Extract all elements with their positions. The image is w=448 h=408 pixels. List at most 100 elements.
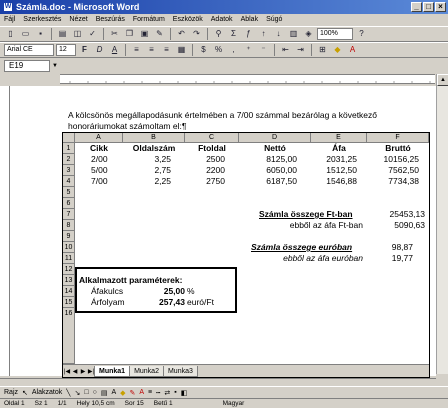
header-cell[interactable]: Áfa [311,143,367,154]
data-cell[interactable]: 3,25 [123,154,171,165]
italic-icon[interactable]: D [93,44,106,56]
thousands-icon[interactable]: , [227,44,240,56]
menu-insert[interactable]: Beszúrás [96,14,125,26]
menu-window[interactable]: Ablak [241,14,259,26]
decrease-indent-icon[interactable]: ⇤ [279,44,292,56]
header-cell[interactable]: Bruttó [367,143,429,154]
underline-icon[interactable]: A [108,44,121,56]
arrow-icon[interactable]: ↘ [74,389,80,397]
function-icon[interactable]: ƒ [242,28,255,40]
header-cell[interactable]: Nettó [239,143,311,154]
embedded-spreadsheet[interactable]: A B C D E F 1 2 3 4 5 6 7 8 9 10 11 12 1… [62,132,430,378]
paste-icon[interactable]: ▣ [138,28,151,40]
sum-ft-label[interactable]: Számla összege Ft-ban [259,209,367,220]
minimize-button[interactable]: _ [411,2,422,12]
scroll-up-icon[interactable]: ▲ [437,74,448,86]
align-right-icon[interactable]: ≡ [160,44,173,56]
dash-style-icon[interactable]: ┅ [156,389,160,397]
exchange-rate-label[interactable]: Árfolyam [91,297,141,308]
menu-help[interactable]: Súgó [266,14,282,26]
font-size-select[interactable]: 12 [56,44,76,56]
zoom-select[interactable]: 100% [317,28,353,40]
vat-rate-value[interactable]: 25,00 [141,286,185,297]
data-cell[interactable]: 7/00 [91,176,123,187]
shadow-icon[interactable]: ▪ [174,389,176,396]
header-cell[interactable]: Cikk [75,143,123,154]
menu-format[interactable]: Formátum [133,14,165,26]
sheet-tab-munka2[interactable]: Munka2 [129,365,164,377]
vat-ft-label[interactable]: ebből az áfa Ft-ban [259,220,363,231]
3d-icon[interactable]: ◧ [181,389,188,397]
oval-icon[interactable]: ○ [93,389,97,396]
row-header[interactable]: 16 [63,308,75,364]
textbox-icon[interactable]: ▤ [101,389,108,397]
row-header[interactable]: 2 [63,154,75,165]
open-icon[interactable]: ▭ [19,28,32,40]
print-icon[interactable]: ▤ [56,28,69,40]
vat-rate-label[interactable]: Áfakulcs [91,286,141,297]
data-cell[interactable]: 1512,50 [311,165,357,176]
arrow-style-icon[interactable]: ⇄ [164,389,170,397]
row-header[interactable]: 6 [63,198,75,209]
prev-sheet-icon[interactable]: ◀ [71,368,79,375]
header-cell[interactable]: Oldalszám [123,143,185,154]
align-left-icon[interactable]: ≡ [130,44,143,56]
column-header[interactable]: A [75,133,123,143]
vat-rate-unit[interactable]: % [187,286,207,297]
data-cell[interactable]: 1546,88 [311,176,357,187]
increase-indent-icon[interactable]: ⇥ [294,44,307,56]
row-header[interactable]: 1 [63,143,75,154]
menu-tools[interactable]: Eszközök [173,14,203,26]
data-cell[interactable]: 2031,25 [311,154,357,165]
hyperlink-icon[interactable]: ⚲ [212,28,225,40]
undo-icon[interactable]: ↶ [175,28,188,40]
drawing-icon[interactable]: ◈ [302,28,315,40]
cut-icon[interactable]: ✂ [108,28,121,40]
row-header[interactable]: 12 [63,264,75,275]
font-color-draw-icon[interactable]: A [139,389,144,396]
next-sheet-icon[interactable]: ▶ [79,368,87,375]
rectangle-icon[interactable]: □ [84,389,88,396]
column-header[interactable]: D [239,133,311,143]
column-header[interactable]: F [367,133,429,143]
redo-icon[interactable]: ↷ [190,28,203,40]
header-cell[interactable]: Ftoldal [185,143,239,154]
align-center-icon[interactable]: ≡ [145,44,158,56]
exchange-rate-value[interactable]: 257,43 [141,297,185,308]
data-cell[interactable]: 6050,00 [239,165,297,176]
parameters-title[interactable]: Alkalmazott paraméterek: [79,275,229,286]
decrease-decimal-icon[interactable]: ⁻ [257,44,270,56]
help-icon[interactable]: ? [355,28,368,40]
chart-icon[interactable]: ▥ [287,28,300,40]
data-cell[interactable]: 2750 [185,176,225,187]
draw-menu[interactable]: Rajz [4,389,18,396]
vat-eur-label[interactable]: ebből az áfa euróban [251,253,363,264]
percent-icon[interactable]: % [212,44,225,56]
vertical-scrollbar[interactable]: ▲ [436,74,448,374]
data-cell[interactable]: 5/00 [91,165,123,176]
row-header[interactable]: 3 [63,165,75,176]
sum-eur-value[interactable]: 98,87 [367,242,413,253]
column-header[interactable]: C [185,133,239,143]
name-box-dropdown-icon[interactable]: ▼ [50,60,60,72]
sum-eur-label[interactable]: Számla összege euróban [251,242,367,253]
preview-icon[interactable]: ◫ [71,28,84,40]
data-cell[interactable]: 10156,25 [367,154,419,165]
data-cell[interactable]: 2,25 [123,176,171,187]
column-header[interactable]: E [311,133,367,143]
autoshapes-menu[interactable]: Alakzatok [32,389,62,396]
menu-edit[interactable]: Szerkesztés [23,14,61,26]
line-style-icon[interactable]: ≡ [148,389,152,396]
format-painter-icon[interactable]: ✎ [153,28,166,40]
sheet-tab-munka1[interactable]: Munka1 [94,365,131,377]
row-header[interactable]: 13 [63,275,75,286]
row-header[interactable]: 14 [63,286,75,297]
data-cell[interactable]: 2500 [185,154,225,165]
increase-decimal-icon[interactable]: ⁺ [242,44,255,56]
menu-view[interactable]: Nézet [69,14,87,26]
data-cell[interactable]: 7734,38 [367,176,419,187]
merge-center-icon[interactable]: ▦ [175,44,188,56]
name-box[interactable]: E19 [4,60,50,72]
save-icon[interactable]: ▪ [34,28,47,40]
font-select[interactable]: Arial CE [4,44,54,56]
